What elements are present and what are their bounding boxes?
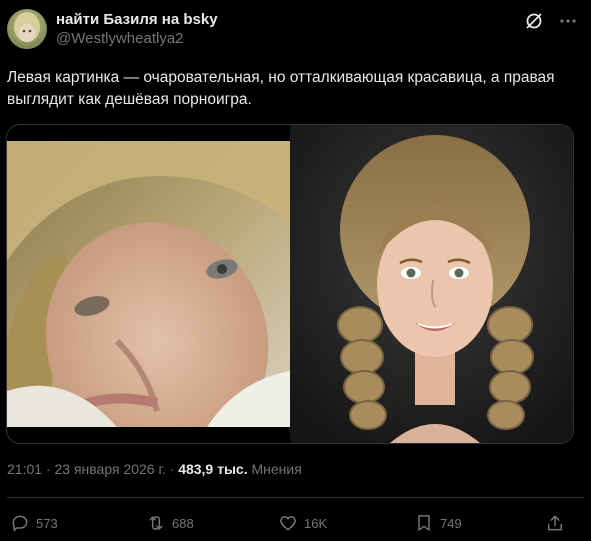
avatar[interactable] <box>7 9 47 49</box>
like-count: 16K <box>304 515 328 531</box>
tweet-timestamp[interactable]: 21:01 · 23 января 2026 г. · <box>7 461 178 477</box>
tweet-text: Левая картинка — очаровательная, но отта… <box>7 69 555 108</box>
tweet-meta: 21:01 · 23 января 2026 г. · 483,9 тыс. М… <box>7 461 302 477</box>
views-label: Мнения <box>251 461 302 477</box>
author-handle[interactable]: @Westlywheatlya2 <box>56 30 184 47</box>
grok-icon[interactable] <box>524 11 544 31</box>
repost-icon <box>149 516 163 530</box>
bookmark-button[interactable]: 749 <box>414 512 462 534</box>
views-count: 483,9 тыс. <box>178 461 248 477</box>
share-icon <box>548 515 562 531</box>
author-display-name[interactable]: найти Базиля на bsky <box>56 11 218 28</box>
like-button[interactable]: 16K <box>278 512 327 534</box>
share-button[interactable] <box>545 512 571 534</box>
media-image-left[interactable] <box>7 141 290 443</box>
tweet-media[interactable] <box>6 124 574 444</box>
bookmark-icon <box>418 515 430 531</box>
divider <box>7 497 584 498</box>
repost-count: 688 <box>172 515 194 531</box>
reply-button[interactable]: 573 <box>10 512 58 534</box>
repost-button[interactable]: 688 <box>146 512 194 534</box>
media-image-right[interactable] <box>290 125 573 443</box>
bookmark-count: 749 <box>440 515 462 531</box>
reply-count: 573 <box>36 515 58 531</box>
like-icon <box>280 516 296 531</box>
reply-icon <box>12 515 28 532</box>
more-options-icon[interactable] <box>558 11 578 31</box>
